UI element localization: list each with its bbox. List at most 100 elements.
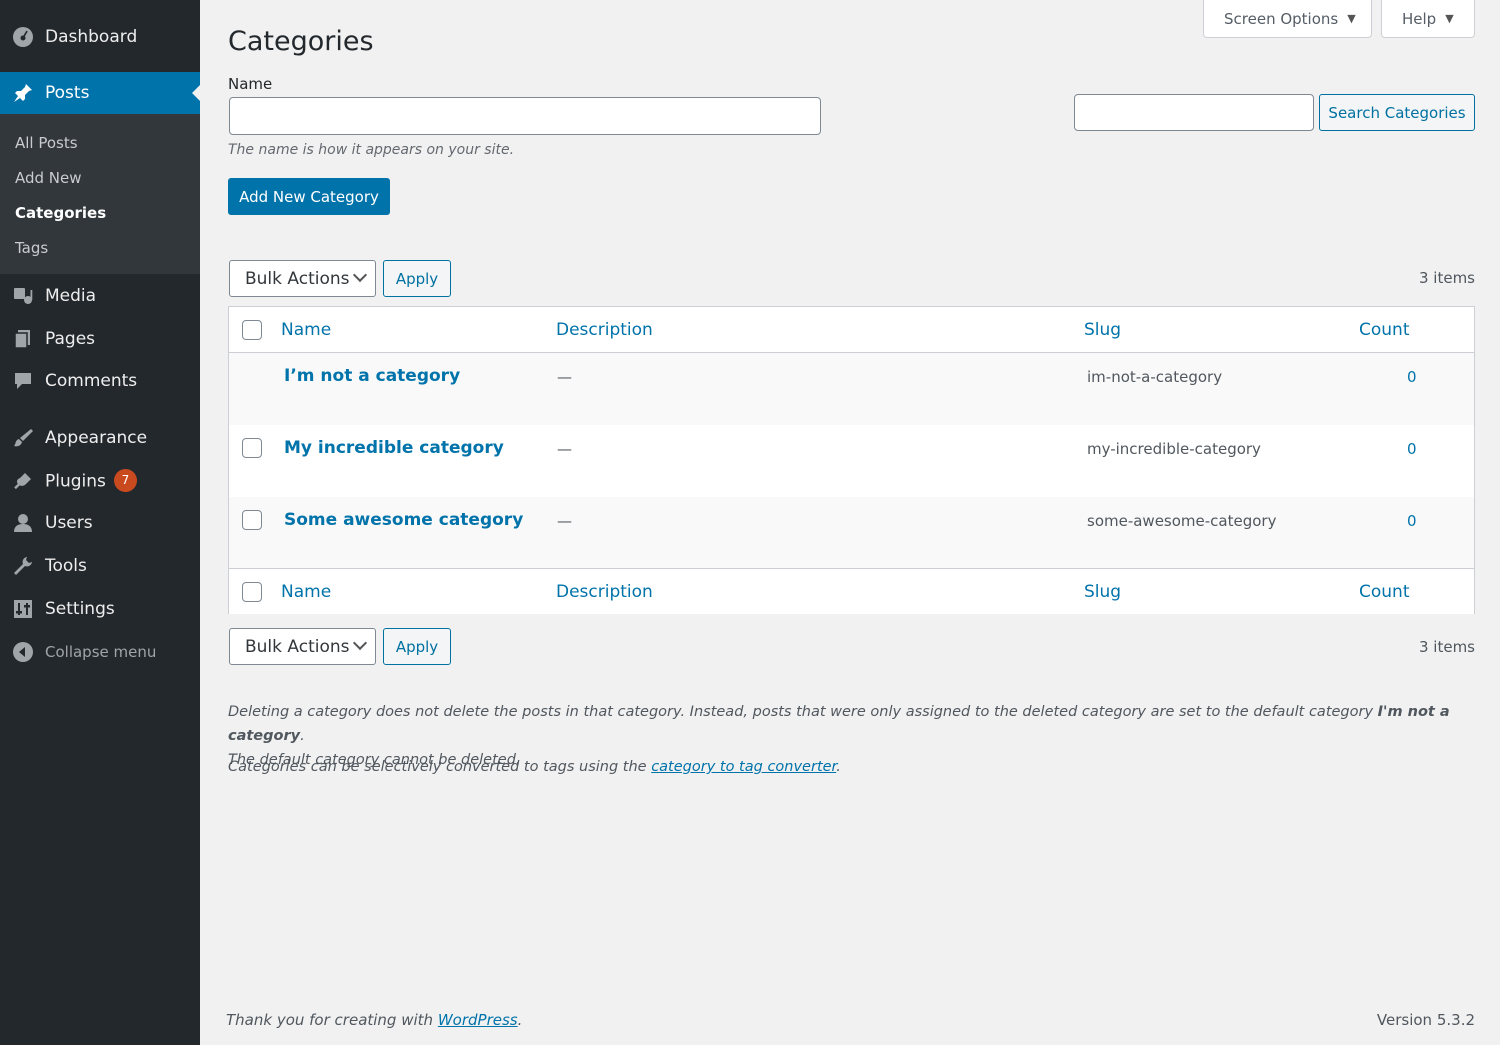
column-header-slug[interactable]: Slug	[1084, 320, 1121, 340]
category-slug: my-incredible-category	[1087, 440, 1261, 458]
column-header-description[interactable]: Description	[556, 320, 653, 340]
menu-comments-label: Comments	[45, 371, 138, 391]
paintbrush-icon	[12, 427, 34, 449]
category-name-link[interactable]: I’m not a category	[284, 366, 460, 386]
table-row: Some awesome category — some-awesome-cat…	[229, 497, 1474, 569]
menu-users[interactable]: Users	[0, 502, 200, 544]
submenu-categories[interactable]: Categories	[15, 204, 106, 222]
category-count-link[interactable]: 0	[1407, 368, 1417, 386]
menu-plugins-label: Plugins 7	[45, 468, 137, 493]
submenu-tags[interactable]: Tags	[15, 239, 48, 257]
category-description: —	[557, 440, 572, 458]
help-button[interactable]: Help ▼	[1381, 0, 1475, 38]
menu-appearance-label: Appearance	[45, 428, 148, 448]
column-footer-slug[interactable]: Slug	[1084, 582, 1121, 602]
screen-options-label: Screen Options	[1224, 9, 1339, 28]
posts-submenu: All Posts Add New Categories Tags	[0, 114, 200, 274]
footer-thanks-prefix: Thank you for creating with	[226, 1011, 438, 1029]
menu-pages-label: Pages	[45, 329, 96, 349]
bulk-actions-value: Bulk Actions	[245, 268, 350, 289]
categories-table: Name Description Slug Count I’m not a ca…	[228, 306, 1475, 614]
media-icon	[12, 285, 34, 307]
category-to-tag-converter-link[interactable]: category to tag converter	[651, 759, 836, 775]
items-count-top: 3 items	[1418, 269, 1475, 287]
plug-icon	[12, 470, 34, 492]
menu-settings[interactable]: Settings	[0, 588, 200, 630]
table-footer: Name Description Slug Count	[229, 568, 1474, 614]
column-footer-name[interactable]: Name	[281, 582, 331, 602]
menu-comments[interactable]: Comments	[0, 360, 200, 402]
collapse-menu-label: Collapse menu	[45, 643, 157, 661]
table-row: I’m not a category — im-not-a-category 0	[229, 353, 1474, 425]
category-slug: im-not-a-category	[1087, 368, 1223, 386]
add-new-category-button[interactable]: Add New Category	[228, 178, 390, 215]
wordpress-link[interactable]: WordPress	[438, 1011, 518, 1029]
row-checkbox[interactable]	[242, 510, 262, 530]
menu-tools-label: Tools	[45, 556, 87, 576]
menu-plugins[interactable]: Plugins 7	[0, 460, 200, 502]
collapse-arrow-icon	[12, 641, 34, 663]
menu-settings-label: Settings	[45, 599, 115, 619]
plugins-text: Plugins	[45, 471, 106, 491]
collapse-menu-button[interactable]: Collapse menu	[0, 631, 200, 673]
footer-thanks-suffix: .	[517, 1011, 523, 1029]
bulk-actions-select-bottom[interactable]: Bulk Actions	[229, 628, 376, 665]
column-header-count[interactable]: Count	[1359, 320, 1410, 340]
menu-tools[interactable]: Tools	[0, 545, 200, 587]
bulk-actions-select-top[interactable]: Bulk Actions	[229, 260, 376, 297]
menu-posts-label: Posts	[45, 83, 90, 103]
chevron-down-icon	[352, 267, 368, 283]
column-footer-description[interactable]: Description	[556, 582, 653, 602]
page-title: Categories	[228, 26, 374, 57]
category-count-link[interactable]: 0	[1407, 512, 1417, 530]
plugins-update-badge: 7	[113, 468, 137, 492]
row-checkbox[interactable]	[242, 438, 262, 458]
submenu-add-new[interactable]: Add New	[15, 169, 82, 187]
admin-sidebar: Dashboard Posts All Posts Add New Catego…	[0, 0, 200, 1045]
apply-button-top[interactable]: Apply	[383, 260, 451, 297]
category-slug: some-awesome-category	[1087, 512, 1277, 530]
bulk-actions-value: Bulk Actions	[245, 636, 350, 657]
caret-down-icon: ▼	[1347, 12, 1356, 25]
select-all-checkbox[interactable]	[242, 320, 262, 340]
apply-button-bottom[interactable]: Apply	[383, 628, 451, 665]
category-count-link[interactable]: 0	[1407, 440, 1417, 458]
menu-posts[interactable]: Posts	[0, 72, 200, 114]
items-count-bottom: 3 items	[1418, 638, 1475, 656]
category-name-link[interactable]: Some awesome category	[284, 510, 523, 530]
column-footer-count[interactable]: Count	[1359, 582, 1410, 602]
menu-appearance[interactable]: Appearance	[0, 417, 200, 459]
category-description: —	[557, 368, 572, 386]
caret-down-icon: ▼	[1445, 12, 1454, 25]
column-header-name[interactable]: Name	[281, 320, 331, 340]
chevron-down-icon	[352, 635, 368, 651]
menu-users-label: Users	[45, 513, 93, 533]
category-name-link[interactable]: My incredible category	[284, 438, 504, 458]
table-row: My incredible category — my-incredible-c…	[229, 425, 1474, 497]
convert-note-prefix: Categories can be selectively converted …	[228, 759, 652, 775]
footer-version: Version 5.3.2	[1376, 1011, 1475, 1029]
user-icon	[12, 512, 34, 534]
delete-note-prefix: Deleting a category does not delete the …	[228, 704, 1378, 720]
menu-pages[interactable]: Pages	[0, 318, 200, 360]
footer-thankyou: Thank you for creating with WordPress.	[226, 1011, 522, 1029]
menu-dashboard[interactable]: Dashboard	[0, 16, 200, 58]
convert-note-suffix: .	[836, 759, 841, 775]
name-field-label: Name	[228, 75, 273, 93]
wrench-icon	[12, 555, 34, 577]
settings-sliders-icon	[12, 598, 34, 620]
category-name-input[interactable]	[229, 97, 821, 135]
search-categories-input[interactable]	[1074, 94, 1314, 131]
delete-note-suffix: .	[300, 728, 305, 744]
screen-options-button[interactable]: Screen Options ▼	[1203, 0, 1372, 38]
pages-icon	[12, 328, 34, 350]
name-field-hint: The name is how it appears on your site.	[228, 142, 515, 158]
menu-media[interactable]: Media	[0, 275, 200, 317]
comment-bubble-icon	[12, 370, 34, 392]
category-description: —	[557, 512, 572, 530]
dashboard-icon	[12, 26, 34, 48]
menu-dashboard-label: Dashboard	[45, 27, 138, 47]
search-categories-button[interactable]: Search Categories	[1319, 94, 1475, 131]
submenu-all-posts[interactable]: All Posts	[15, 134, 78, 152]
select-all-checkbox-footer[interactable]	[242, 582, 262, 602]
